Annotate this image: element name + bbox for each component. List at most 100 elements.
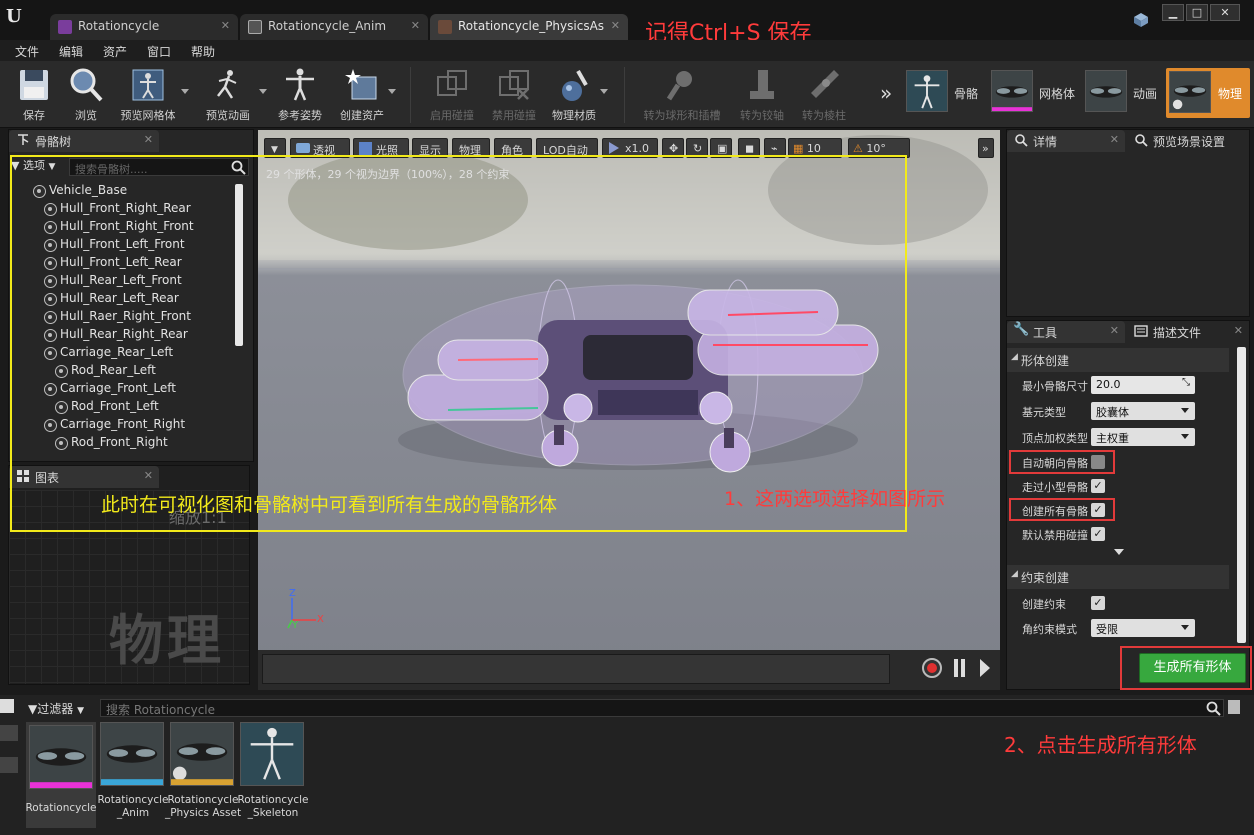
- asset-rotationcycle-skeleton[interactable]: Rotationcycle _Skeleton: [237, 722, 309, 828]
- mode-mesh-button[interactable]: 网格体: [991, 70, 1081, 116]
- menu-help[interactable]: 帮助: [191, 43, 215, 60]
- asset-rotationcycle-anim[interactable]: Rotationcycle _Anim: [97, 722, 169, 828]
- close-window-button[interactable]: ✕: [1210, 4, 1240, 21]
- profile-icon: [1134, 325, 1148, 337]
- disable-collision-checkbox[interactable]: ✓: [1091, 527, 1105, 541]
- prismatic-label: 转为棱柱: [802, 109, 846, 122]
- content-search-input[interactable]: 搜索 Rotationcycle: [100, 699, 1224, 717]
- angular-mode-select[interactable]: 受限: [1091, 619, 1195, 637]
- asset-rotationcycle[interactable]: Rotationcycle: [25, 722, 97, 828]
- browse-icon: [70, 68, 103, 102]
- speed-label: x1.0: [625, 142, 650, 155]
- menu-file[interactable]: 文件: [15, 43, 39, 60]
- maximize-button[interactable]: □: [1186, 4, 1208, 21]
- close-icon[interactable]: ✕: [144, 133, 153, 146]
- step-forward-icon[interactable]: [980, 659, 990, 677]
- create-asset-button[interactable]: 创建资产: [332, 65, 392, 125]
- ref-pose-icon: [286, 68, 314, 101]
- chevron-down-icon[interactable]: [388, 89, 396, 94]
- close-icon[interactable]: ✕: [221, 19, 230, 32]
- close-icon[interactable]: ✕: [611, 19, 620, 32]
- tab-profile[interactable]: 描述文件 ✕: [1127, 321, 1249, 343]
- tab-tools[interactable]: 🔧 工具 ✕: [1007, 321, 1125, 343]
- sources-panel-collapsed[interactable]: [0, 725, 18, 741]
- primitive-type-select[interactable]: 胶囊体: [1091, 402, 1195, 420]
- filter-icon: ▼: [28, 702, 38, 716]
- tab-details[interactable]: 详情 ✕: [1007, 130, 1125, 152]
- close-icon[interactable]: ✕: [411, 19, 420, 32]
- notification-icon[interactable]: [1133, 12, 1149, 28]
- save-search-icon[interactable]: [1228, 700, 1240, 714]
- mode-skeleton-button[interactable]: 骨骼: [906, 70, 986, 116]
- play-icon: [609, 142, 619, 154]
- sources-toggle-icon[interactable]: [0, 699, 14, 713]
- collapse-icon: ◢: [1011, 569, 1018, 579]
- browse-button[interactable]: 浏览: [56, 65, 116, 125]
- close-icon[interactable]: ✕: [1110, 133, 1119, 146]
- search-icon: [1015, 134, 1028, 147]
- timeline-track[interactable]: [262, 654, 890, 684]
- asset-name: Rotationcycle _Skeleton: [237, 794, 309, 819]
- preview-anim-button[interactable]: 预览动画: [198, 65, 258, 125]
- toolbar-separator: [410, 67, 411, 123]
- chevron-down-icon[interactable]: [600, 89, 608, 94]
- minimize-button[interactable]: ▁: [1162, 4, 1184, 21]
- physics-asset-tab-icon: [438, 20, 452, 34]
- hinge-button[interactable]: 转为铰轴: [732, 65, 792, 125]
- mesh-mode-icon: [991, 70, 1033, 112]
- min-bone-size-value: 20.0: [1096, 378, 1121, 391]
- collapse-icon: ◢: [1011, 352, 1018, 362]
- tab-rotationcycle[interactable]: Rotationcycle ✕: [50, 14, 238, 40]
- walk-past-small-checkbox[interactable]: ✓: [1091, 479, 1105, 493]
- create-constraints-checkbox[interactable]: ✓: [1091, 596, 1105, 610]
- min-bone-size-input[interactable]: 20.0 ⤡: [1091, 376, 1195, 394]
- angle-icon: ⚠: [853, 142, 863, 155]
- body-creation-section[interactable]: ◢ 形体创建: [1007, 348, 1229, 372]
- skeletal-mesh-tab-icon: [58, 20, 72, 34]
- prismatic-button[interactable]: 转为棱柱: [794, 65, 854, 125]
- toolbar: 保存 浏览 预览网格体 预览动画 参考姿势 创建资产 启用碰撞 禁用碰撞 物理材…: [0, 61, 1254, 128]
- viewport-expand-button[interactable]: »: [978, 138, 994, 158]
- menu-asset[interactable]: 资产: [103, 43, 127, 60]
- vertex-weight-select[interactable]: 主权重: [1091, 428, 1195, 446]
- sources-panel-collapsed[interactable]: [0, 757, 18, 773]
- physics-watermark: 物理: [109, 609, 225, 672]
- menu-window[interactable]: 窗口: [147, 43, 171, 60]
- chevron-down-icon[interactable]: [259, 89, 267, 94]
- tab-physics-asset[interactable]: Rotationcycle_PhysicsAs ✕: [430, 14, 628, 40]
- filter-dropdown[interactable]: ▼过滤器 ▼: [28, 700, 84, 717]
- record-icon: [927, 663, 937, 673]
- tab-skeleton-tree[interactable]: 骨骼树 ✕: [9, 130, 159, 152]
- enable-collision-button[interactable]: 启用碰撞: [422, 65, 482, 125]
- pause-icon[interactable]: [954, 659, 958, 677]
- physics-material-button[interactable]: 物理材质: [544, 65, 604, 125]
- tab-preview-scene[interactable]: 预览场景设置: [1127, 130, 1249, 152]
- mode-physics-button[interactable]: 物理: [1166, 68, 1250, 118]
- generate-button-highlight: [1120, 646, 1252, 690]
- physics-mode-icon: [1169, 71, 1211, 113]
- step1-annotation: 1、这两选项选择如图所示: [724, 488, 946, 510]
- anim-tab-icon: [248, 20, 262, 34]
- ball-socket-button[interactable]: 转为球形和插槽: [644, 65, 721, 125]
- preview-mesh-label: 预览网格体: [120, 109, 176, 122]
- preview-mesh-button[interactable]: 预览网格体: [118, 65, 178, 125]
- tab-rotationcycle-anim[interactable]: Rotationcycle_Anim ✕: [240, 14, 428, 40]
- asset-rotationcycle-physics[interactable]: Rotationcycle _Physics Asset: [165, 722, 241, 828]
- mode-animation-button[interactable]: 动画: [1085, 70, 1165, 116]
- close-icon[interactable]: ✕: [1234, 324, 1243, 337]
- tab-label: Rotationcycle: [78, 19, 160, 33]
- create-all-bones-highlight: [1009, 498, 1115, 521]
- anim-sequence-icon: [100, 722, 164, 786]
- menu-edit[interactable]: 编辑: [59, 43, 83, 60]
- chevron-down-icon[interactable]: [181, 89, 189, 94]
- close-icon[interactable]: ✕: [1110, 324, 1119, 337]
- pause-icon[interactable]: [961, 659, 965, 677]
- title-bar: U Rotationcycle ✕ Rotationcycle_Anim ✕ R…: [0, 0, 1254, 46]
- tools-scrollbar[interactable]: [1237, 347, 1246, 643]
- constraint-creation-section[interactable]: ◢ 约束创建: [1007, 565, 1229, 589]
- expand-advanced-icon[interactable]: [1114, 549, 1124, 555]
- ref-pose-button[interactable]: 参考姿势: [270, 65, 330, 125]
- skeletal-mesh-icon: [29, 725, 93, 789]
- expand-toolbar-icon[interactable]: »: [880, 81, 892, 105]
- record-button[interactable]: [922, 658, 942, 678]
